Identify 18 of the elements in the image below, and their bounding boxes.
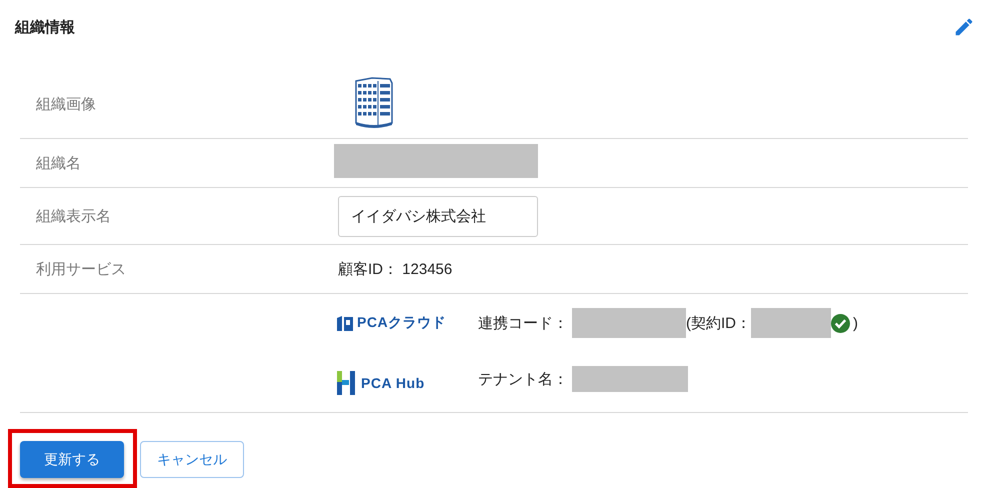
logo-icon: [336, 314, 354, 332]
edit-icon[interactable]: [953, 16, 975, 38]
logo-text: PCAクラウド: [357, 314, 446, 332]
row-label: 組織名: [35, 154, 82, 172]
row-label: 利用サービス: [35, 260, 127, 278]
logo-icon: [336, 370, 358, 396]
update-button[interactable]: 更新する: [20, 441, 124, 478]
field-label: (契約ID：: [686, 314, 751, 332]
row-label: 組織表示名: [35, 206, 112, 226]
row-label: 組織画像: [35, 94, 97, 114]
input-field[interactable]: イイダバシ株式会社: [338, 196, 538, 236]
field-label: ): [853, 314, 858, 332]
field-label: テナント名：: [478, 370, 568, 388]
logo-text: PCA Hub: [361, 375, 425, 391]
section-title: 組織情報: [15, 18, 75, 36]
cancel-button[interactable]: キャンセル: [140, 441, 244, 478]
field-label: 連携コード：: [478, 314, 568, 332]
customer-id: 顧客ID： 123456: [338, 260, 452, 278]
